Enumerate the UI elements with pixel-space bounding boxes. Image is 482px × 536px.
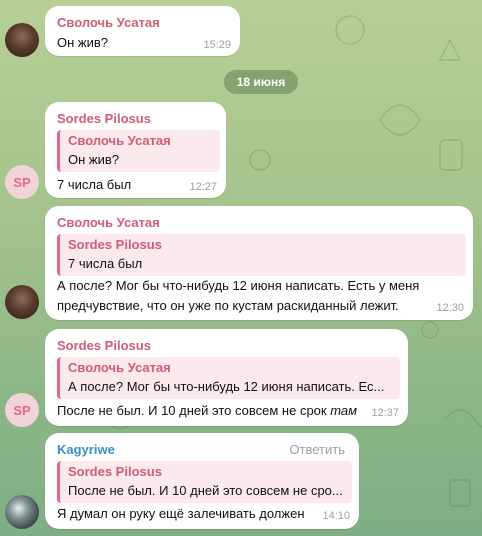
message-sender[interactable]: Сволочь Усатая: [57, 215, 160, 230]
reply-quote-text: Он жив?: [68, 152, 119, 167]
message-time: 12:27: [189, 181, 217, 193]
message-text: После не был. И 10 дней это совсем не ср…: [57, 403, 357, 418]
reply-button[interactable]: Ответить: [289, 442, 345, 457]
message-text: Он жив?: [57, 35, 108, 50]
message-time: 15:29: [203, 39, 231, 51]
message-time: 12:30: [436, 302, 464, 314]
reply-quote-text: А после? Мог бы что-нибудь 12 июня напис…: [68, 379, 385, 394]
message-time: 14:10: [322, 510, 350, 522]
user-avatar[interactable]: [5, 23, 39, 57]
message-sender[interactable]: Sordes Pilosus: [57, 111, 151, 126]
message-text-italic: там: [330, 403, 358, 418]
reply-quote[interactable]: Sordes Pilosus 7 числа был: [57, 234, 466, 276]
message-text-main: После не был. И 10 дней это совсем не ср…: [57, 403, 327, 418]
message-sender[interactable]: Kagyriwe: [57, 442, 115, 457]
reply-quote-name: Сволочь Усатая: [68, 133, 171, 148]
reply-quote-text: После не был. И 10 дней это совсем не ср…: [68, 483, 343, 498]
reply-quote[interactable]: Сволочь Усатая А после? Мог бы что-нибуд…: [57, 357, 400, 399]
reply-quote[interactable]: Sordes Pilosus После не был. И 10 дней э…: [57, 461, 352, 503]
user-avatar[interactable]: SP: [5, 393, 39, 427]
message-bubble[interactable]: Sordes Pilosus Сволочь Усатая Он жив? 7 …: [45, 102, 226, 198]
message-sender[interactable]: Сволочь Усатая: [57, 15, 160, 30]
message-text: Я думал он руку ещё залечивать должен: [57, 506, 305, 521]
message-bubble[interactable]: Sordes Pilosus Сволочь Усатая А после? М…: [45, 329, 408, 426]
message-text: А после? Мог бы что-нибудь 12 июня напис…: [57, 278, 420, 313]
user-avatar[interactable]: [5, 285, 39, 319]
message-bubble[interactable]: Сволочь Усатая Он жив? 15:29: [45, 6, 240, 56]
message-bubble[interactable]: Kagyriwe Ответить Sordes Pilosus После н…: [45, 433, 359, 529]
message-sender[interactable]: Sordes Pilosus: [57, 338, 151, 353]
date-separator: 18 июня: [224, 70, 298, 94]
reply-quote-name: Сволочь Усатая: [68, 360, 171, 375]
reply-quote-name: Sordes Pilosus: [68, 237, 162, 252]
user-avatar[interactable]: SP: [5, 165, 39, 199]
reply-quote-text: 7 числа был: [68, 256, 143, 271]
message-bubble[interactable]: Сволочь Усатая Sordes Pilosus 7 числа бы…: [45, 206, 473, 320]
user-avatar[interactable]: [5, 495, 39, 529]
message-text: 7 числа был: [57, 177, 132, 192]
reply-quote-name: Sordes Pilosus: [68, 464, 162, 479]
message-time: 12:37: [371, 407, 399, 419]
reply-quote[interactable]: Сволочь Усатая Он жив?: [57, 130, 220, 172]
